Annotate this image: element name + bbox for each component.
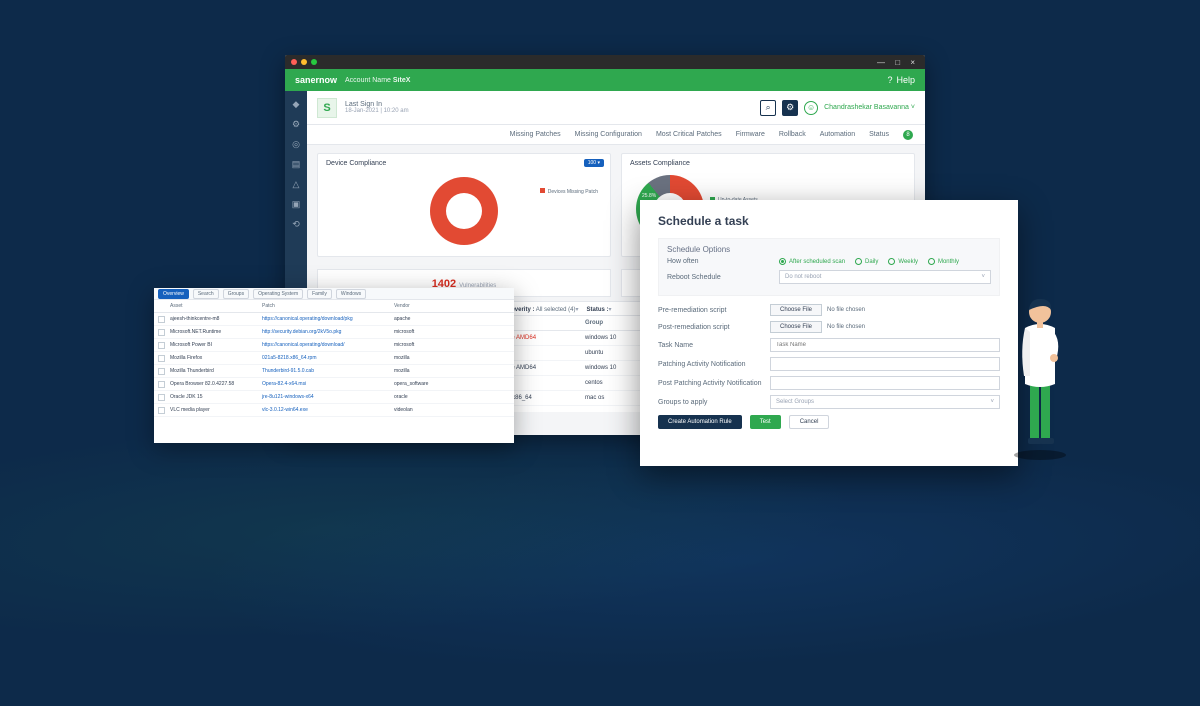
nav-critical[interactable]: Most Critical Patches (656, 131, 722, 138)
settings-icon[interactable]: ⚙ (782, 100, 798, 116)
tab-overview[interactable]: Overview (158, 289, 189, 299)
reboot-label: Reboot Schedule (667, 274, 779, 281)
help-link[interactable]: ? Help (887, 75, 915, 85)
cancel-button[interactable]: Cancel (789, 415, 830, 429)
patch-notif-input[interactable] (770, 357, 1000, 371)
search-icon[interactable]: ⌕ (760, 100, 776, 116)
chevron-down-icon: ˅ (990, 399, 994, 405)
user-bar: S Last Sign In 18-Jan-2021 | 10:20 am ⌕ … (307, 91, 925, 125)
card-title: Device Compliance (326, 160, 602, 167)
tab-os[interactable]: Operating System (253, 289, 303, 299)
user-name[interactable]: Chandrashekar Basavanna ˅ (824, 104, 915, 111)
list-item[interactable]: ajeesh-thinkcentre-m8https://canonical.o… (154, 313, 514, 326)
row-checkbox[interactable] (158, 342, 165, 349)
maximize-dot[interactable] (311, 59, 317, 65)
tab-search[interactable]: Search (193, 289, 219, 299)
list-item[interactable]: Mozilla ThunderbirdThunderbird-91.5.0.ca… (154, 365, 514, 378)
task-name-input[interactable] (770, 338, 1000, 352)
nav-icon-5[interactable]: △ (291, 179, 301, 189)
account-label: Account Name SiteX (345, 77, 410, 84)
list-item[interactable]: Oracle JDK 15jre-8u121-windows-x64oracle (154, 391, 514, 404)
radio-monthly[interactable]: Monthly (928, 258, 959, 265)
person-illustration (1000, 280, 1080, 460)
panel-tabs: Overview Search Groups Operating System … (154, 288, 514, 300)
list-item[interactable]: VLC media playervlc-3.0.12-win64.exevide… (154, 404, 514, 417)
row-checkbox[interactable] (158, 329, 165, 336)
post-script-label: Post-remediation script (658, 324, 770, 331)
status-badge: 8 (903, 130, 913, 140)
card-pill[interactable]: 100 ▾ (584, 159, 604, 167)
nav-icon-6[interactable]: ▣ (291, 199, 301, 209)
panel-header: AssetPatchVendor (154, 300, 514, 313)
create-rule-button[interactable]: Create Automation Rule (658, 415, 742, 429)
tab-windows[interactable]: Windows (336, 289, 366, 299)
post-notif-input[interactable] (770, 376, 1000, 390)
sub-nav: Missing Patches Missing Configuration Mo… (307, 125, 925, 145)
row-checkbox[interactable] (158, 381, 165, 388)
radio-weekly[interactable]: Weekly (888, 258, 918, 265)
groups-select[interactable]: Select Groups˅ (770, 395, 1000, 409)
brand-bar: sanernow Account Name SiteX ? Help (285, 69, 925, 91)
pre-script-label: Pre-remediation script (658, 307, 770, 314)
nav-status[interactable]: Status (869, 131, 889, 138)
row-checkbox[interactable] (158, 355, 165, 362)
radio-daily[interactable]: Daily (855, 258, 878, 265)
modal-title: Schedule a task (658, 214, 1000, 228)
tab-groups[interactable]: Groups (223, 289, 249, 299)
nav-icon-7[interactable]: ⟲ (291, 219, 301, 229)
row-checkbox[interactable] (158, 407, 165, 414)
list-item[interactable]: Microsoft.NET.Runtimehttp://security.deb… (154, 326, 514, 339)
list-item[interactable]: Mozilla Firefox021a5-8218.x86_64.rpmmozi… (154, 352, 514, 365)
choose-file-pre[interactable]: Choose File (770, 304, 822, 316)
legend-device: Devices Missing Patch (540, 188, 598, 195)
donut-device (430, 177, 498, 245)
reboot-select[interactable]: Do not reboot˅ (779, 270, 991, 284)
chevron-down-icon: ˅ (981, 274, 985, 280)
help-icon: ? (887, 75, 892, 85)
list-item[interactable]: Opera Browser 82.0.4227.58Opera-82.4-x64… (154, 378, 514, 391)
task-name-label: Task Name (658, 342, 770, 349)
test-button[interactable]: Test (750, 415, 781, 429)
card-title: Assets Compliance (630, 160, 906, 167)
brand-name: sanernow (295, 75, 337, 85)
section-heading: Schedule Options (667, 245, 991, 254)
nav-icon-3[interactable]: ◎ (291, 139, 301, 149)
window-controls[interactable]: — □ × (877, 58, 919, 67)
window-titlebar: — □ × (285, 55, 925, 69)
row-checkbox[interactable] (158, 316, 165, 323)
minimize-dot[interactable] (301, 59, 307, 65)
tab-family[interactable]: Family (307, 289, 332, 299)
groups-label: Groups to apply (658, 399, 770, 406)
nav-icon-2[interactable]: ⚙ (291, 119, 301, 129)
nav-automation[interactable]: Automation (820, 131, 855, 138)
row-checkbox[interactable] (158, 368, 165, 375)
post-notif-label: Post Patching Activity Notification (658, 380, 770, 387)
row-checkbox[interactable] (158, 394, 165, 401)
close-dot[interactable] (291, 59, 297, 65)
nofile-pre: No file chosen (827, 307, 865, 313)
schedule-task-modal: Schedule a task Schedule Options How oft… (640, 200, 1018, 466)
card-device-compliance: Device Compliance 100 ▾ Devices Missing … (317, 153, 611, 257)
nav-missing-config[interactable]: Missing Configuration (575, 131, 642, 138)
list-item[interactable]: Microsoft Power BIhttps://canonical.oper… (154, 339, 514, 352)
signin-info: Last Sign In 18-Jan-2021 | 10:20 am (345, 101, 409, 114)
nav-icon-4[interactable]: ▤ (291, 159, 301, 169)
nav-missing-patches[interactable]: Missing Patches (510, 131, 561, 138)
nav-icon-1[interactable]: ◆ (291, 99, 301, 109)
nofile-post: No file chosen (827, 324, 865, 330)
how-often-label: How often (667, 258, 779, 265)
schedule-options: Schedule Options How often After schedul… (658, 238, 1000, 296)
radio-after-scan[interactable]: After scheduled scan (779, 258, 845, 265)
choose-file-post[interactable]: Choose File (770, 321, 822, 333)
account-logo: S (317, 98, 337, 118)
patch-notif-label: Patching Activity Notification (658, 361, 770, 368)
nav-rollback[interactable]: Rollback (779, 131, 806, 138)
how-often-radios: After scheduled scan Daily Weekly Monthl… (779, 258, 959, 265)
user-avatar[interactable]: ☺ (804, 101, 818, 115)
panel-asset-table: Overview Search Groups Operating System … (154, 288, 514, 443)
nav-firmware[interactable]: Firmware (736, 131, 765, 138)
